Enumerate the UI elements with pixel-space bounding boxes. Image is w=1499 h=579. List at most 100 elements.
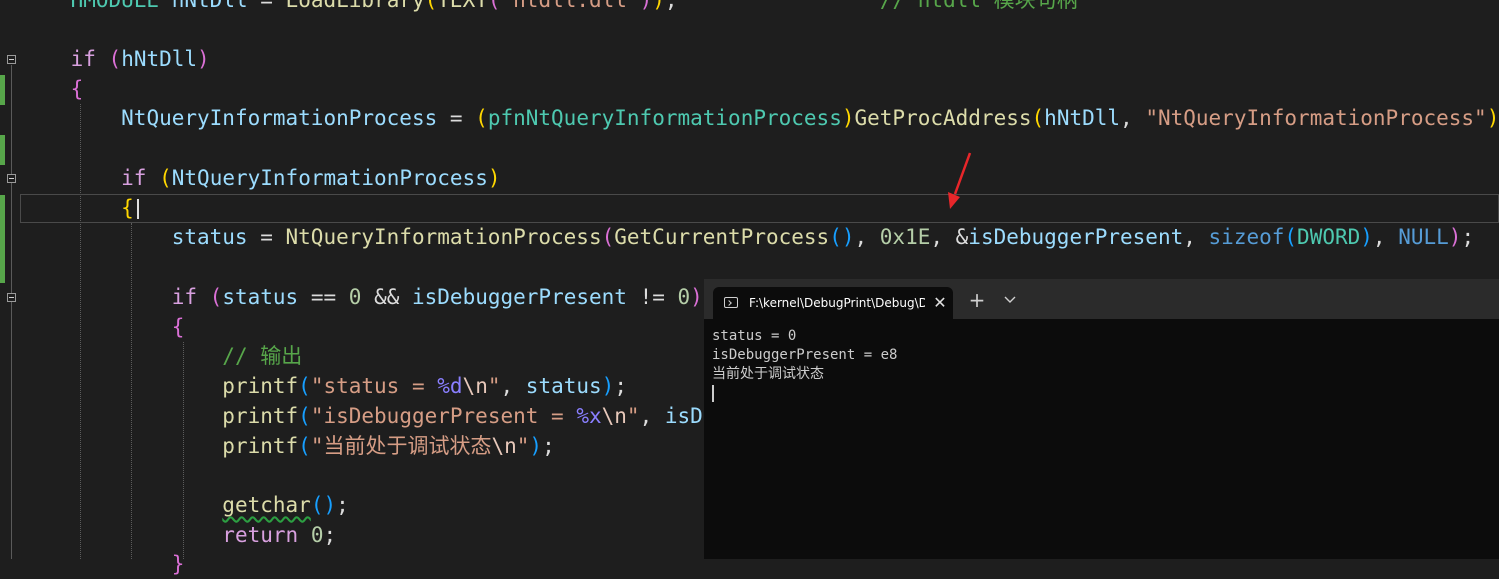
code-token: { — [171, 315, 185, 339]
line-if-hntdll[interactable]: if (hNtDll) — [20, 44, 210, 74]
code-token: ) — [487, 166, 501, 190]
code-token: ) — [1360, 225, 1373, 249]
code-token: %d — [437, 374, 463, 398]
code-token: printf — [222, 374, 299, 398]
code-token: , & — [930, 225, 969, 249]
code-token: ( — [1031, 106, 1045, 130]
new-tab-button[interactable]: + — [968, 290, 986, 310]
line-comment-output[interactable]: // 输出 — [20, 341, 302, 371]
code-token: ( — [298, 404, 311, 428]
terminal-tab[interactable]: F:\kernel\DebugPrint\Debug\DebugPrint.ex… — [713, 287, 953, 319]
code-token: HMODULE — [70, 0, 160, 12]
code-token: hNtDll — [121, 47, 198, 71]
code-token: hNtDll — [171, 0, 248, 12]
code-token: status — [171, 225, 248, 249]
code-token: status — [222, 285, 299, 309]
code-token: \n — [491, 434, 517, 458]
line-open-brace-2[interactable]: { — [20, 193, 134, 223]
code-token: , — [639, 404, 665, 428]
code-token: if — [121, 166, 147, 190]
code-token: ( — [159, 166, 172, 190]
code-token: 0 — [677, 285, 691, 309]
code-token: // ntdll 模块句柄 — [677, 0, 1078, 12]
code-token: ) — [652, 0, 665, 12]
code-token: } — [171, 552, 185, 576]
code-token: isDebuggerPresent — [968, 225, 1184, 249]
code-token: ) — [601, 374, 615, 398]
code-token: ( — [1284, 225, 1298, 249]
code-token: ( — [487, 0, 501, 12]
fold-toggle-icon[interactable] — [7, 293, 16, 302]
fold-region-line — [11, 65, 12, 559]
code-token: DWORD — [1297, 225, 1361, 249]
code-token: ; — [614, 374, 627, 398]
line-getprocaddress[interactable]: NtQueryInformationProcess = (pfnNtQueryI… — [20, 103, 1499, 133]
code-token: getchar — [222, 493, 311, 517]
code-token: ( — [475, 106, 488, 130]
code-token: "ntdll.dll" — [500, 0, 640, 12]
code-token: ) — [197, 47, 210, 71]
code-token: ; — [664, 0, 678, 12]
code-token: ) — [690, 285, 703, 309]
line-status-assign[interactable]: status = NtQueryInformationProcess(GetCu… — [20, 222, 1474, 252]
fold-toggle-icon[interactable] — [7, 174, 16, 183]
code-token: LoadLibrary — [285, 0, 425, 12]
terminal-output-line: isDebuggerPresent = e8 — [712, 347, 898, 363]
line-if-status[interactable]: if (status == 0 && isDebuggerPresent != … — [20, 282, 703, 312]
line-open-brace-3[interactable]: { — [20, 312, 185, 342]
code-token: hNtDll — [1044, 106, 1121, 130]
terminal-output-line: status = 0 — [712, 328, 797, 344]
code-token: printf — [222, 434, 299, 458]
code-token: " — [626, 404, 640, 428]
line-printf-status[interactable]: printf("status = %d\n", status); — [20, 371, 627, 401]
code-token: %x — [576, 404, 602, 428]
code-token: pfnNtQueryInformationProcess — [487, 106, 842, 130]
code-token: "NtQueryInformationProcess" — [1145, 106, 1487, 130]
line-close-brace[interactable]: } — [20, 549, 185, 579]
code-token: () — [310, 493, 337, 517]
line-return[interactable]: return 0; — [20, 520, 336, 550]
code-token: , — [500, 374, 526, 398]
fold-toggle-icon[interactable] — [7, 55, 16, 64]
code-token: ; — [542, 434, 555, 458]
code-token: ( — [424, 0, 438, 12]
text-caret — [137, 199, 139, 219]
code-token: = — [437, 106, 476, 130]
code-token: if — [70, 47, 96, 71]
code-token: , — [1120, 106, 1146, 130]
code-token: \n — [462, 374, 488, 398]
close-tab-icon[interactable]: ✕ — [932, 295, 948, 311]
code-token: , — [1183, 225, 1209, 249]
line-getchar[interactable]: getchar(); — [20, 490, 348, 520]
code-token: isDebuggerPresent — [412, 285, 627, 309]
code-token: = — [247, 0, 286, 12]
code-token: "isDebuggerPresent = — [310, 404, 577, 428]
line-open-brace-1[interactable]: { — [20, 74, 84, 104]
code-token: ; — [323, 523, 337, 547]
annotation-arrow-icon — [948, 152, 972, 209]
code-token: GetCurrentProcess — [614, 225, 830, 249]
terminal-window[interactable]: F:\kernel\DebugPrint\Debug\DebugPrint.ex… — [704, 279, 1499, 559]
line-if-ntquery[interactable]: if (NtQueryInformationProcess) — [20, 163, 501, 193]
code-token: NtQueryInformationProcess — [171, 166, 488, 190]
code-token: { — [121, 196, 134, 220]
code-token: ( — [209, 285, 223, 309]
code-token: 0x1E — [879, 225, 931, 249]
terminal-output-line: 当前处于调试状态 — [712, 366, 824, 382]
change-indicator — [0, 75, 5, 105]
code-token: sizeof — [1208, 225, 1285, 249]
line-printf-chinese[interactable]: printf("当前处于调试状态\n"); — [20, 431, 555, 461]
code-token: ( — [298, 434, 311, 458]
chevron-down-icon[interactable] — [1002, 292, 1018, 308]
code-token: 0 — [310, 523, 324, 547]
line-loadlibrary[interactable]: HMODULE hNtDll = LoadLibrary(TEXT("ntdll… — [20, 0, 1078, 15]
